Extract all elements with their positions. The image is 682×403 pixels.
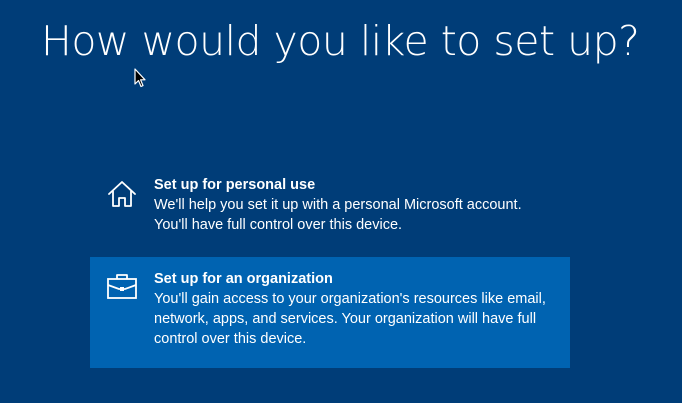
mouse-cursor-icon (134, 68, 146, 88)
page-title: How would you like to set up? (41, 17, 640, 65)
organization-option[interactable]: Set up for an organization You'll gain a… (90, 257, 570, 368)
personal-use-description-line: We'll help you set it up with a personal… (154, 197, 522, 213)
organization-title: Set up for an organization (154, 271, 333, 287)
personal-use-title: Set up for personal use (154, 177, 316, 193)
organization-description-line: network, apps, and services. Your organi… (154, 311, 537, 327)
organization-description-line: control over this device. (154, 331, 307, 347)
personal-use-option[interactable]: Set up for personal use We'll help you s… (90, 165, 570, 253)
home-icon (108, 181, 136, 207)
briefcase-icon (107, 274, 137, 299)
personal-use-description-line: You'll have full control over this devic… (154, 217, 403, 233)
organization-description-line: You'll gain access to your organization'… (154, 291, 546, 307)
setup-options-list: Set up for personal use We'll help you s… (90, 165, 570, 368)
